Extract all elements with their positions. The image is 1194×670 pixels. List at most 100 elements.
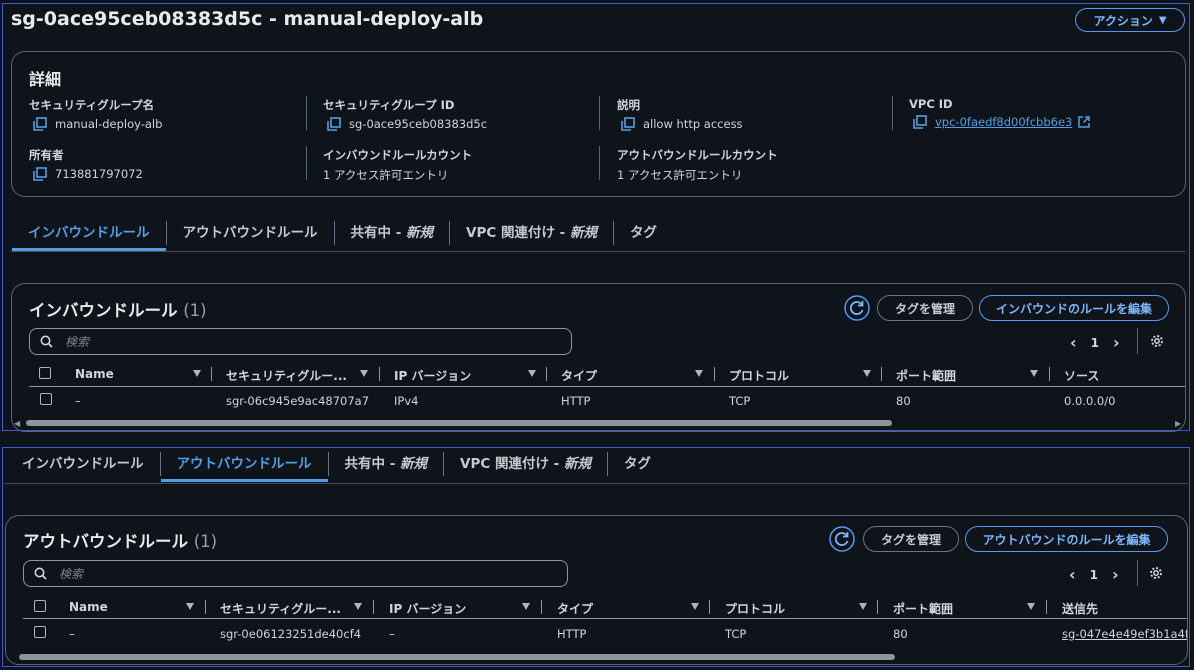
filter-icon[interactable] bbox=[859, 603, 867, 610]
column-resizer[interactable] bbox=[546, 367, 547, 381]
column-resizer[interactable] bbox=[714, 367, 715, 381]
table-header: Name セキュリティグルー... IP バージョン タイプ プロトコル ポート… bbox=[12, 365, 1185, 384]
cell-rule-id: sgr-0e06123251de40cf4 bbox=[220, 627, 362, 641]
column-resizer[interactable] bbox=[205, 600, 206, 614]
column-resizer[interactable] bbox=[709, 600, 710, 614]
column-header[interactable]: プロトコル bbox=[725, 600, 785, 617]
filter-icon[interactable] bbox=[863, 370, 871, 377]
chevron-left-icon[interactable]: ‹ bbox=[1069, 565, 1076, 584]
column-header[interactable]: Name bbox=[75, 367, 114, 381]
tab-sharing[interactable]: 共有中 - 新規 bbox=[335, 221, 450, 245]
copy-icon[interactable] bbox=[913, 115, 927, 129]
search-input[interactable] bbox=[57, 565, 541, 582]
column-header[interactable]: セキュリティグルー... bbox=[226, 367, 347, 384]
tab-vpc-associations[interactable]: VPC 関連付け - 新規 bbox=[444, 452, 607, 476]
copy-icon[interactable] bbox=[33, 167, 47, 181]
tab-bar: インバウンドルール アウトバウンドルール 共有中 - 新規 VPC 関連付け -… bbox=[12, 221, 673, 251]
search-box[interactable] bbox=[23, 560, 568, 587]
column-resizer[interactable] bbox=[211, 367, 212, 381]
actions-button[interactable]: アクション ▼ bbox=[1075, 8, 1185, 32]
column-header[interactable]: ポート範囲 bbox=[893, 600, 953, 617]
filter-icon[interactable] bbox=[528, 370, 536, 377]
tab-outbound-rules[interactable]: アウトバウンドルール bbox=[160, 452, 328, 482]
refresh-icon[interactable] bbox=[829, 526, 855, 552]
page-number[interactable]: 1 bbox=[1090, 568, 1098, 582]
filter-icon[interactable] bbox=[193, 370, 201, 377]
new-badge: 新規 bbox=[400, 456, 428, 472]
divider bbox=[892, 96, 893, 130]
divider bbox=[306, 146, 307, 180]
column-resizer[interactable] bbox=[881, 367, 882, 381]
tab-baseline bbox=[5, 483, 1188, 484]
row-checkbox[interactable] bbox=[34, 626, 46, 638]
tab-inbound-rules[interactable]: インバウンドルール bbox=[6, 452, 160, 476]
column-header[interactable]: ソース bbox=[1064, 367, 1099, 384]
chevron-right-icon[interactable]: › bbox=[1113, 333, 1120, 352]
horizontal-scrollbar[interactable]: ◀ ▶ bbox=[14, 419, 1184, 428]
new-badge: 新規 bbox=[406, 225, 434, 241]
refresh-icon[interactable] bbox=[844, 295, 870, 321]
scrollbar-thumb[interactable] bbox=[26, 420, 892, 426]
table-row[interactable]: – sgr-0e06123251de40cf4 – HTTP TCP 80 sg… bbox=[6, 624, 1187, 642]
column-header[interactable]: プロトコル bbox=[729, 367, 789, 384]
filter-icon[interactable] bbox=[360, 370, 368, 377]
vpc-id-link[interactable]: vpc-0faedf8d00fcbb6e3 bbox=[935, 115, 1072, 129]
search-box[interactable] bbox=[29, 328, 572, 355]
filter-icon[interactable] bbox=[186, 603, 194, 610]
scroll-right-icon[interactable]: ▶ bbox=[1175, 419, 1181, 428]
column-resizer[interactable] bbox=[541, 600, 542, 614]
cell-protocol: TCP bbox=[729, 394, 751, 408]
column-header[interactable]: Name bbox=[69, 600, 108, 614]
column-resizer[interactable] bbox=[379, 367, 380, 381]
column-header[interactable]: セキュリティグルー... bbox=[220, 600, 341, 617]
filter-icon[interactable] bbox=[522, 603, 530, 610]
column-resizer[interactable] bbox=[1049, 367, 1050, 381]
manage-tags-button[interactable]: タグを管理 bbox=[877, 295, 973, 321]
copy-icon[interactable] bbox=[621, 117, 635, 131]
cell-destination-link[interactable]: sg-047e4e49ef3b1a4f2 bbox=[1062, 627, 1187, 641]
tab-bar: インバウンドルール アウトバウンドルール 共有中 - 新規 VPC 関連付け -… bbox=[6, 452, 667, 482]
chevron-left-icon[interactable]: ‹ bbox=[1070, 333, 1077, 352]
column-header[interactable]: ポート範囲 bbox=[896, 367, 956, 384]
filter-icon[interactable] bbox=[354, 603, 362, 610]
gear-icon[interactable] bbox=[1149, 566, 1163, 580]
edit-inbound-rules-button[interactable]: インバウンドのルールを編集 bbox=[979, 295, 1169, 321]
filter-icon[interactable] bbox=[691, 603, 699, 610]
scroll-left-icon[interactable]: ◀ bbox=[14, 419, 20, 428]
cell-name: – bbox=[75, 394, 81, 408]
tab-outbound-rules[interactable]: アウトバウンドルール bbox=[167, 221, 334, 245]
table-row[interactable]: – sgr-06c945e9ac48707a7 IPv4 HTTP TCP 80… bbox=[12, 391, 1185, 409]
row-checkbox[interactable] bbox=[40, 393, 52, 405]
column-header[interactable]: タイプ bbox=[561, 367, 597, 384]
tab-vpc-associations[interactable]: VPC 関連付け - 新規 bbox=[450, 221, 613, 245]
tab-inbound-rules[interactable]: インバウンドルール bbox=[12, 221, 166, 251]
column-resizer[interactable] bbox=[877, 600, 878, 614]
tab-tags[interactable]: タグ bbox=[614, 221, 673, 245]
column-header[interactable]: タイプ bbox=[557, 600, 593, 617]
horizontal-scrollbar[interactable] bbox=[14, 653, 1184, 661]
field-value: allow http access bbox=[643, 117, 743, 131]
filter-icon[interactable] bbox=[695, 370, 703, 377]
page-number[interactable]: 1 bbox=[1091, 336, 1099, 350]
chevron-right-icon[interactable]: › bbox=[1112, 565, 1119, 584]
scrollbar-thumb[interactable] bbox=[19, 654, 895, 660]
field-description: 説明 allow http access bbox=[617, 97, 743, 131]
edit-outbound-rules-button[interactable]: アウトバウンドのルールを編集 bbox=[965, 526, 1168, 552]
filter-icon[interactable] bbox=[1027, 603, 1035, 610]
tab-sharing[interactable]: 共有中 - 新規 bbox=[329, 452, 444, 476]
divider bbox=[599, 96, 600, 130]
copy-icon[interactable] bbox=[327, 117, 341, 131]
tab-tags[interactable]: タグ bbox=[608, 452, 667, 476]
filter-icon[interactable] bbox=[1030, 370, 1038, 377]
copy-icon[interactable] bbox=[33, 117, 47, 131]
column-header[interactable]: IP バージョン bbox=[394, 367, 471, 384]
manage-tags-button[interactable]: タグを管理 bbox=[863, 526, 959, 552]
column-resizer[interactable] bbox=[1046, 600, 1047, 614]
gear-icon[interactable] bbox=[1150, 334, 1164, 348]
column-header[interactable]: IP バージョン bbox=[389, 600, 466, 617]
column-resizer[interactable] bbox=[373, 600, 374, 614]
search-input[interactable] bbox=[63, 333, 545, 350]
external-link-icon[interactable] bbox=[1078, 116, 1091, 128]
column-header[interactable]: 送信先 bbox=[1062, 600, 1098, 617]
pagination: ‹ 1 › bbox=[1069, 565, 1119, 584]
